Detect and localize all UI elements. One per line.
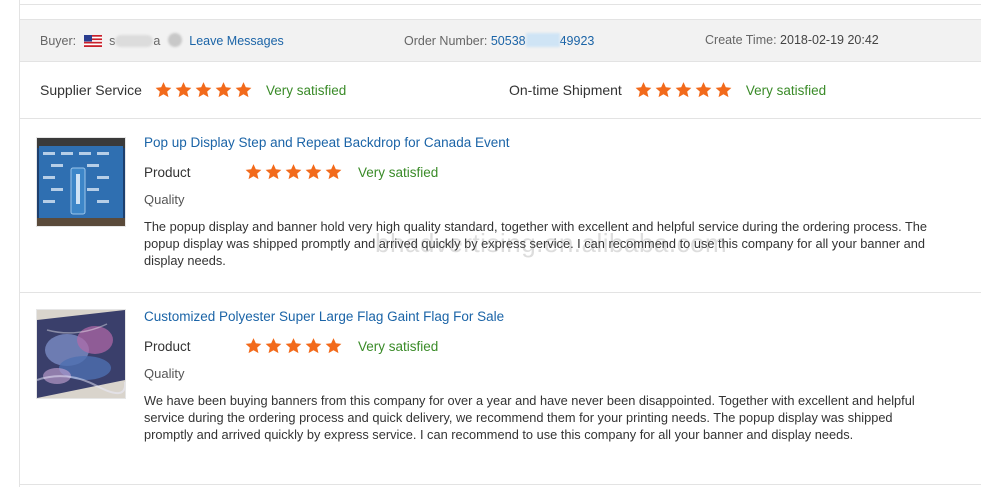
shipment-stars xyxy=(634,81,734,99)
create-time-value: 2018-02-19 20:42 xyxy=(780,33,879,47)
supplier-service-rating: Supplier Service Very satisfied xyxy=(40,81,346,99)
review-text: The popup display and banner hold very h… xyxy=(144,219,927,268)
star-icon xyxy=(235,82,252,98)
buyer-name-end: a xyxy=(153,34,161,48)
large-flag-image xyxy=(37,310,125,398)
product-stars xyxy=(244,163,344,181)
review-item: Pop up Display Step and Repeat Backdrop … xyxy=(20,119,981,292)
bottom-divider xyxy=(20,484,981,485)
seller-ratings: Supplier Service Very satisfied On-time … xyxy=(20,61,981,119)
create-time: Create Time: 2018-02-19 20:42 xyxy=(705,33,879,47)
us-flag-icon xyxy=(83,35,102,47)
create-time-label: Create Time: xyxy=(705,33,777,47)
supplier-service-label: Supplier Service xyxy=(40,82,142,98)
product-rating-value: Very satisfied xyxy=(358,164,439,180)
star-icon xyxy=(265,338,282,354)
star-icon xyxy=(195,82,212,98)
star-icon xyxy=(675,82,692,98)
star-icon xyxy=(245,338,262,354)
star-icon xyxy=(655,82,672,98)
review-item: Customized Polyester Super Large Flag Ga… xyxy=(20,293,981,487)
product-title-link[interactable]: Pop up Display Step and Repeat Backdrop … xyxy=(144,135,509,150)
supplier-service-value: Very satisfied xyxy=(265,82,347,98)
product-thumbnail[interactable] xyxy=(36,309,126,399)
buyer-label: Buyer: xyxy=(40,34,77,48)
star-icon xyxy=(305,164,322,180)
order-label: Order Number: xyxy=(404,34,488,48)
order-number-end: 49923 xyxy=(559,34,595,48)
star-icon xyxy=(635,82,652,98)
order-number-start: 50538 xyxy=(490,34,526,48)
product-rating-value: Very satisfied xyxy=(358,338,439,354)
leave-messages-link[interactable]: Leave Messages xyxy=(189,34,284,48)
order-number: Order Number: 50538 49923 xyxy=(404,33,594,48)
quality-label: Quality xyxy=(144,366,185,381)
product-stars xyxy=(244,337,344,355)
star-icon xyxy=(285,338,302,354)
product-label: Product xyxy=(144,338,191,354)
star-icon xyxy=(155,82,172,98)
star-icon xyxy=(245,164,262,180)
buyer-info: Buyer: sa Leave Messages xyxy=(40,33,284,48)
star-icon xyxy=(305,338,322,354)
star-icon xyxy=(325,164,342,180)
redacted-buyer-name xyxy=(115,35,154,47)
shipment-rating: On-time Shipment Very satisfied xyxy=(509,81,826,99)
review-text: We have been buying banners from this co… xyxy=(144,393,915,442)
product-label: Product xyxy=(144,164,191,180)
supplier-service-stars xyxy=(154,81,254,99)
quality-label: Quality xyxy=(144,192,185,207)
shipment-value: Very satisfied xyxy=(745,82,827,98)
product-thumbnail[interactable] xyxy=(36,137,126,227)
buyer-avatar-icon xyxy=(167,33,182,47)
star-icon xyxy=(265,164,282,180)
star-icon xyxy=(215,82,232,98)
redacted-order-digits xyxy=(525,33,560,47)
star-icon xyxy=(325,338,342,354)
product-title-link[interactable]: Customized Polyester Super Large Flag Ga… xyxy=(144,309,504,324)
order-header: Buyer: sa Leave Messages Order Number: 5… xyxy=(20,19,981,62)
order-number-link[interactable]: 50538 49923 xyxy=(490,33,595,48)
star-icon xyxy=(285,164,302,180)
star-icon xyxy=(715,82,732,98)
star-icon xyxy=(175,82,192,98)
product-rating: Product Very satisfied xyxy=(144,163,438,181)
product-rating: Product Very satisfied xyxy=(144,337,438,355)
star-icon xyxy=(695,82,712,98)
shipment-label: On-time Shipment xyxy=(509,82,622,98)
popup-display-image xyxy=(37,138,125,226)
